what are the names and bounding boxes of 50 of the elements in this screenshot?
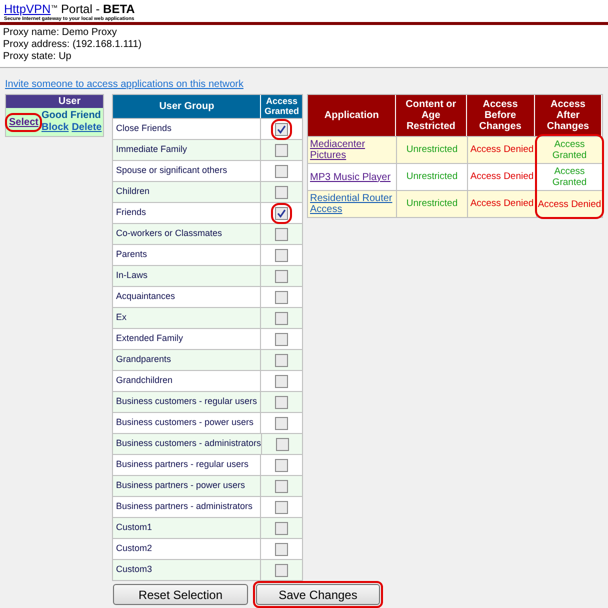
access-checkbox[interactable] bbox=[273, 268, 290, 284]
access-checkbox[interactable] bbox=[273, 330, 290, 348]
column-header: Content or Age Restricted bbox=[396, 95, 467, 136]
application-link[interactable]: MP3 Music Player bbox=[310, 172, 391, 182]
column-header: Access Granted bbox=[263, 95, 300, 118]
table-cell: Unrestricted bbox=[397, 191, 468, 217]
access-checkbox[interactable] bbox=[273, 162, 290, 180]
access-checkbox[interactable] bbox=[274, 436, 291, 452]
user-action-link[interactable]: Block bbox=[41, 122, 69, 134]
access-checkbox[interactable] bbox=[273, 226, 290, 242]
column-header: Access After Changes bbox=[534, 95, 602, 136]
table-cell: Custom3 bbox=[113, 560, 262, 580]
action-button[interactable]: Save Changes bbox=[256, 584, 380, 605]
access-checkbox[interactable] bbox=[273, 520, 290, 536]
user-heading: User bbox=[6, 95, 103, 108]
access-checkbox[interactable] bbox=[273, 288, 290, 306]
action-button[interactable]: Reset Selection bbox=[113, 584, 248, 605]
access-checkbox[interactable] bbox=[273, 394, 290, 410]
access-checkbox[interactable] bbox=[273, 540, 290, 558]
table-cell: Access Denied bbox=[468, 191, 537, 217]
access-checkbox[interactable] bbox=[273, 310, 290, 326]
column-header: Access Before Changes bbox=[466, 95, 535, 136]
table-cell: Access Granted bbox=[537, 163, 602, 190]
checkmark-icon bbox=[277, 208, 286, 218]
access-checkbox[interactable] bbox=[273, 456, 290, 474]
application-link[interactable]: Mediacenter Pictures bbox=[310, 139, 396, 161]
column-header: Application bbox=[308, 95, 396, 136]
proxy-info: Proxy name: Demo Proxy bbox=[3, 27, 118, 39]
access-checkbox[interactable] bbox=[273, 562, 290, 578]
access-checkbox[interactable] bbox=[273, 184, 290, 200]
access-checkbox[interactable] bbox=[273, 352, 290, 368]
access-checkbox[interactable] bbox=[273, 372, 290, 390]
proxy-info: Proxy state: Up bbox=[3, 51, 72, 63]
access-checkbox[interactable] bbox=[273, 246, 290, 264]
invite-link[interactable]: Invite someone to access applications on this network bbox=[5, 79, 244, 90]
user-name: Good Friend bbox=[41, 110, 102, 122]
access-checkbox[interactable] bbox=[273, 478, 290, 494]
access-checkbox[interactable] bbox=[273, 414, 290, 432]
application-link[interactable]: Residential Router Access bbox=[310, 193, 396, 215]
table-cell: Unrestricted bbox=[397, 164, 468, 190]
proxy-info: Proxy address: (192.168.1.111) bbox=[3, 39, 143, 51]
access-checkbox[interactable] bbox=[273, 120, 290, 138]
access-checkbox[interactable] bbox=[273, 142, 290, 158]
checkmark-icon bbox=[277, 124, 286, 134]
portal-title: HttpVPN$^{™}$ Portal - BETA bbox=[4, 2, 135, 16]
table-cell: Access Denied bbox=[537, 190, 602, 217]
user-action-link[interactable]: Delete bbox=[72, 122, 102, 134]
access-checkbox[interactable] bbox=[273, 204, 290, 222]
access-checkbox[interactable] bbox=[273, 498, 290, 516]
select-link[interactable]: Select bbox=[7, 114, 40, 130]
